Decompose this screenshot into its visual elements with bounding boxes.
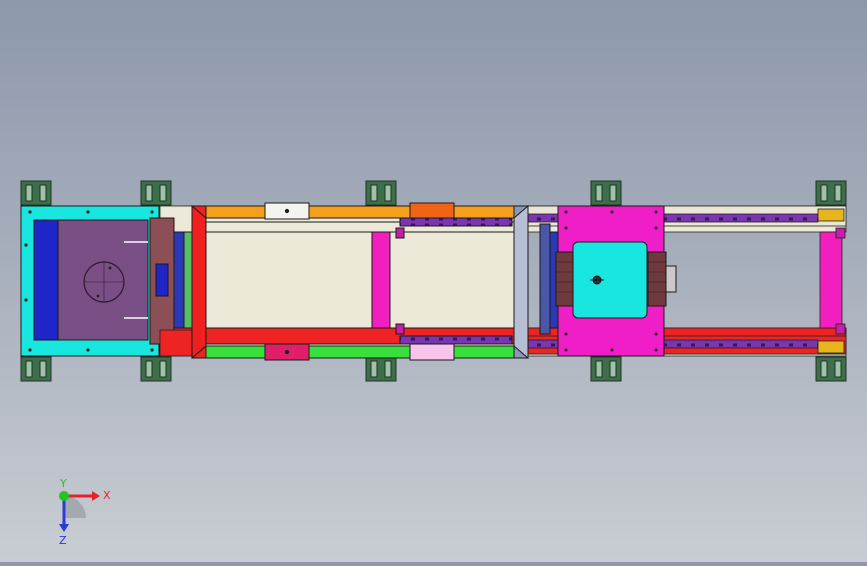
green-bottom-rail bbox=[191, 345, 529, 359]
cad-viewport[interactable]: X Y Z bbox=[0, 0, 867, 562]
assembly-top-view bbox=[20, 180, 847, 382]
x-axis-label: X bbox=[103, 489, 111, 502]
y-axis-label: Y bbox=[59, 478, 67, 490]
orange-tab-top bbox=[409, 202, 455, 220]
mounting-feet-bottom bbox=[20, 356, 847, 382]
mounting-feet-top bbox=[20, 180, 847, 206]
center-post bbox=[371, 231, 391, 329]
middle-frame bbox=[191, 202, 529, 361]
light-pink-tab-bottom bbox=[409, 343, 455, 361]
blue-block bbox=[33, 219, 59, 341]
y-axis-dot bbox=[59, 491, 69, 501]
end-post-right bbox=[819, 231, 843, 329]
cyan-motor bbox=[572, 241, 648, 319]
triad-graphic: X Y Z bbox=[59, 477, 111, 547]
purple-plate bbox=[55, 219, 149, 341]
orange-top-rail bbox=[191, 205, 529, 219]
orientation-triad[interactable]: X Y Z bbox=[40, 477, 120, 548]
motor-carriage bbox=[539, 205, 677, 357]
z-axis-label: Z bbox=[59, 534, 67, 547]
